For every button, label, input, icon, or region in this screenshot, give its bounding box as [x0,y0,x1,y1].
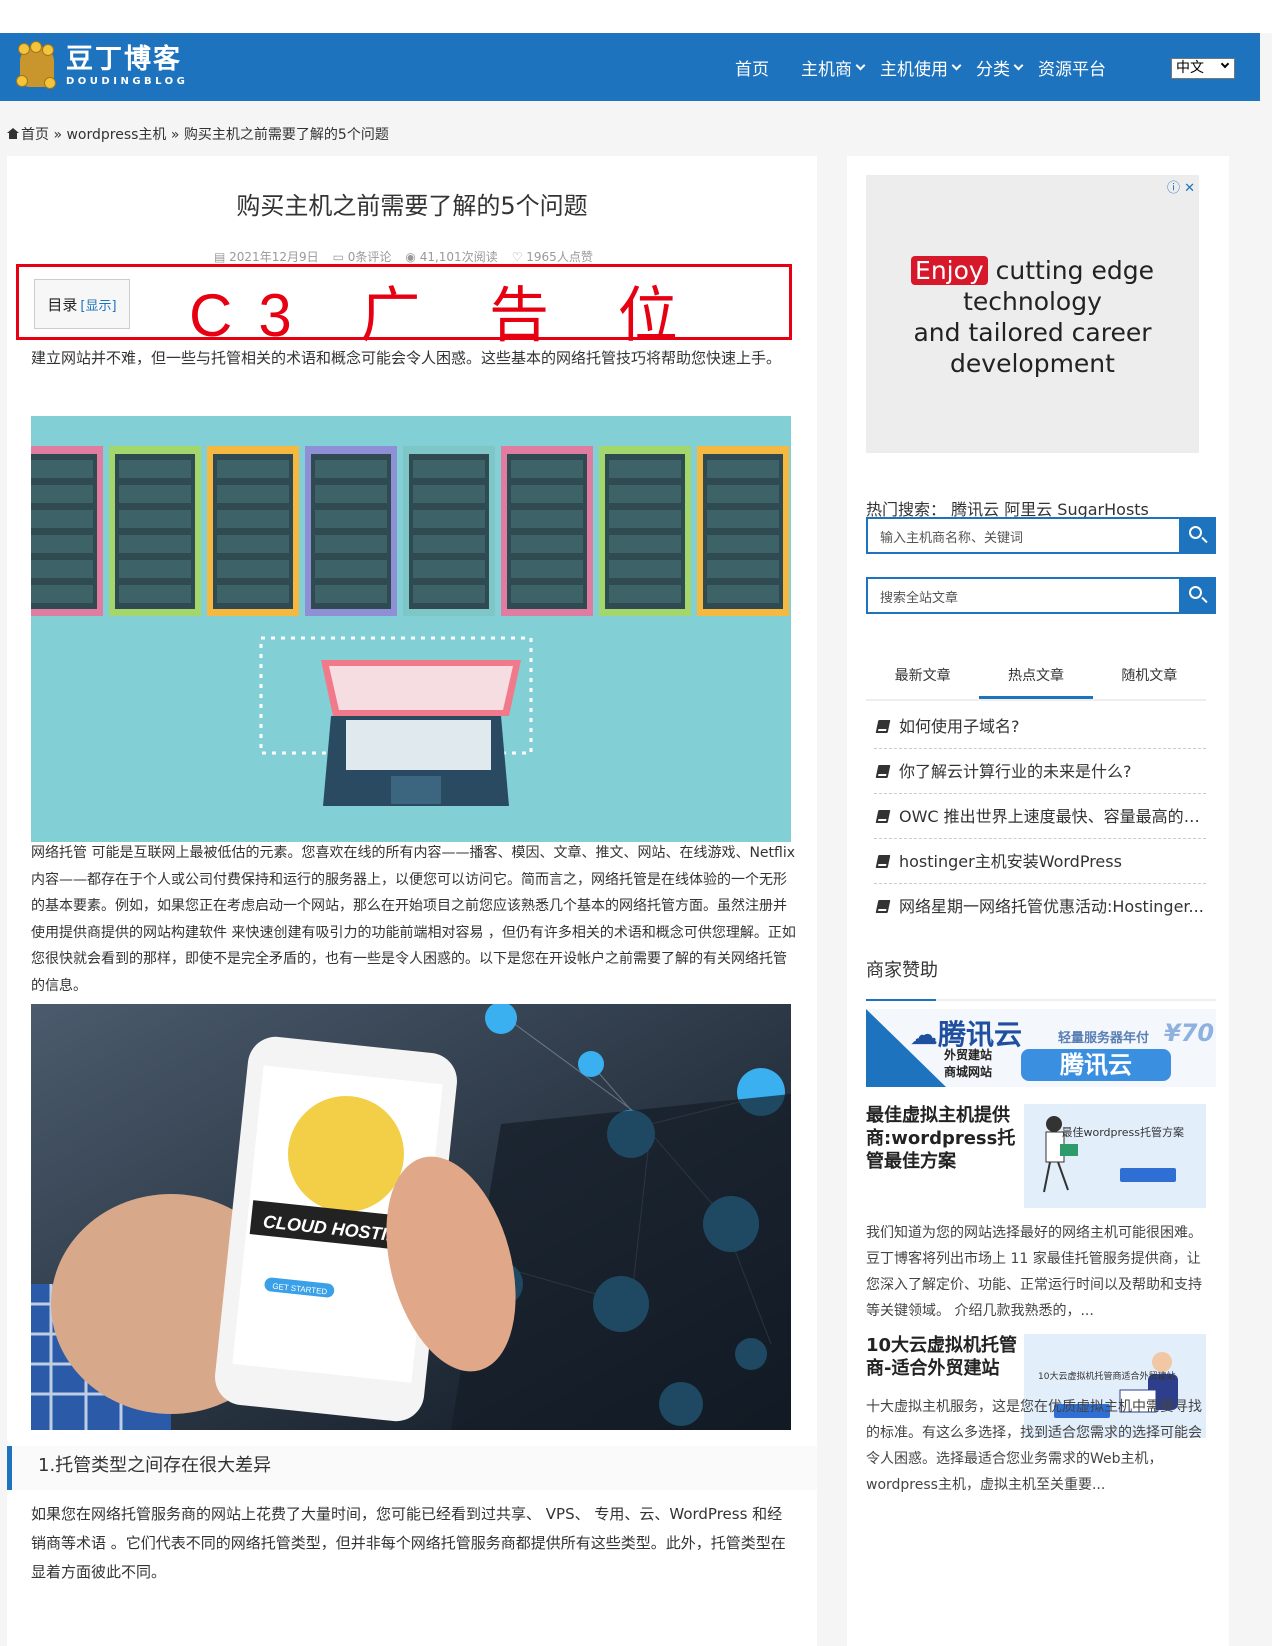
sponsor-heading: 商家赞助 [866,956,1216,1001]
body-paragraph: 网络托管 可能是互联网上最被低估的元素。您喜欢在线的所有内容——播客、模因、文章… [31,845,796,994]
article-tabs: 最新文章 热点文章 随机文章 [866,661,1206,701]
breadcrumb: 首页 » wordpress主机 » 购买主机之前需要了解的5个问题 [7,124,389,144]
nav-host-usage[interactable]: 主机使用 [880,55,962,80]
table-of-contents: 目录 [显示] [34,279,130,329]
main-nav: 首页 主机商 主机使用 分类 资源平台 [735,55,1106,80]
nav-resources[interactable]: 资源平台 [1038,55,1106,80]
article-meta: ▤ 2021年12月9日 ▭ 0条评论 ◉ 41,101次阅读 ♡ 1965人点… [214,248,593,265]
host-search-input[interactable]: 输入主机商名称、关键词 [866,517,1216,554]
chevron-down-icon [1013,60,1024,71]
chevron-down-icon [951,60,962,71]
sidebar-post-card[interactable]: 10大云虚拟机托管商-适合外贸建站 10大云虚拟机托管商适合外贸建站 十大虚拟主… [866,1334,1216,1544]
server-rack-illustration [31,416,791,842]
ad-choices-icon[interactable]: ⓘ ✕ [1167,177,1195,196]
tab-hot[interactable]: 热点文章 [979,661,1093,699]
site-logo[interactable]: 豆丁博客 DOUDINGBLOG [16,41,188,89]
site-header: 豆丁博客 DOUDINGBLOG 首页 主机商 主机使用 分类 资源平台 中文 [0,33,1260,101]
list-item[interactable]: 如何使用子域名? [874,704,1206,749]
post-title[interactable]: 10大云虚拟机托管商-适合外贸建站 [866,1334,1018,1380]
meta-comments[interactable]: ▭ 0条评论 [333,248,392,265]
section-1-paragraph: 如果您在网络托管服务商的网站上花费了大量时间，您可能已经看到过共享、 VPS、 … [31,1505,786,1581]
meta-views: ◉ 41,101次阅读 [405,250,498,264]
section-heading-1: 1.托管类型之间存在很大差异 [7,1446,817,1490]
site-search-button[interactable] [1179,577,1216,614]
money-bag-icon [16,41,58,89]
book-icon [875,855,891,868]
nav-home[interactable]: 首页 [735,55,769,80]
book-icon [875,810,891,823]
search-icon [1189,586,1202,599]
book-icon [875,765,891,778]
tab-latest[interactable]: 最新文章 [866,661,979,699]
tencent-cloud-banner[interactable]: ☁腾讯云 外贸建站 商城网站 轻量服务器年付 ¥70 腾讯云 [866,1009,1216,1087]
nav-categories[interactable]: 分类 [976,55,1024,80]
list-item[interactable]: 你了解云计算行业的未来是什么? [874,749,1206,794]
chevron-down-icon [1220,59,1230,69]
list-item[interactable]: 网络星期一网络托管优惠活动:Hostinger... [874,884,1206,929]
post-excerpt: 十大虚拟主机服务，这是您在优质虚拟主机中需要寻找的标准。有这么多选择，找到适合您… [866,1399,1202,1493]
book-icon [875,720,891,733]
site-search-input[interactable]: 搜索全站文章 [866,577,1216,614]
toc-toggle[interactable]: [显示] [80,295,116,314]
breadcrumb-category[interactable]: wordpress主机 [66,127,166,143]
tab-random[interactable]: 随机文章 [1093,661,1206,699]
ad-copy: Enjoy cutting edge technology and tailor… [866,255,1199,379]
ad-label: C3 广 告 位 [189,282,704,349]
article-card: 购买主机之前需要了解的5个问题 ▤ 2021年12月9日 ▭ 0条评论 ◉ 41… [7,156,817,1646]
search-icon [1189,526,1202,539]
home-icon [7,128,19,139]
post-excerpt: 我们知道为您的网站选择最好的网络主机可能很困难。豆丁博客将列出市场上 11 家最… [866,1225,1202,1319]
sidebar-ad[interactable]: ⓘ ✕ Enjoy cutting edge technology and ta… [866,175,1199,453]
sidebar-post-card[interactable]: 最佳虚拟主机提供商:wordpress托管最佳方案 最佳wordpress托管方… [866,1104,1216,1319]
host-search-button[interactable] [1179,517,1216,554]
post-thumbnail[interactable]: 最佳wordpress托管方案 [1024,1104,1206,1208]
top-white-strip [0,0,1272,33]
chevron-down-icon [855,60,866,71]
ad-placeholder-c3: 目录 [显示] C3 广 告 位 [16,264,792,349]
cloud-hosting-photo: CLOUD HOSTING GET STARTED [31,1004,791,1430]
logo-subtitle: DOUDINGBLOG [66,75,189,87]
list-item[interactable]: OWC 推出世界上速度最快、容量最高的P... [874,794,1206,839]
hot-article-list: 如何使用子域名? 你了解云计算行业的未来是什么? OWC 推出世界上速度最快、容… [874,704,1206,929]
breadcrumb-current: 购买主机之前需要了解的5个问题 [183,127,389,143]
post-title[interactable]: 最佳虚拟主机提供商:wordpress托管最佳方案 [866,1104,1018,1173]
breadcrumb-home[interactable]: 首页 [21,127,49,143]
intro-paragraph: 建立网站并不难，但一些与托管相关的术语和概念可能会令人困惑。这些基本的网络托管技… [31,349,782,367]
page-title: 购买主机之前需要了解的5个问题 [236,192,588,220]
sidebar: ⓘ ✕ Enjoy cutting edge technology and ta… [847,156,1229,1646]
list-item[interactable]: hostinger主机安装WordPress [874,839,1206,884]
logo-title: 豆丁博客 [66,43,182,75]
meta-date: ▤ 2021年12月9日 [214,250,319,264]
nav-hosts[interactable]: 主机商 [801,55,866,80]
language-select[interactable]: 中文 [1171,58,1235,79]
meta-likes[interactable]: ♡ 1965人点赞 [512,248,593,265]
book-icon [875,900,891,913]
